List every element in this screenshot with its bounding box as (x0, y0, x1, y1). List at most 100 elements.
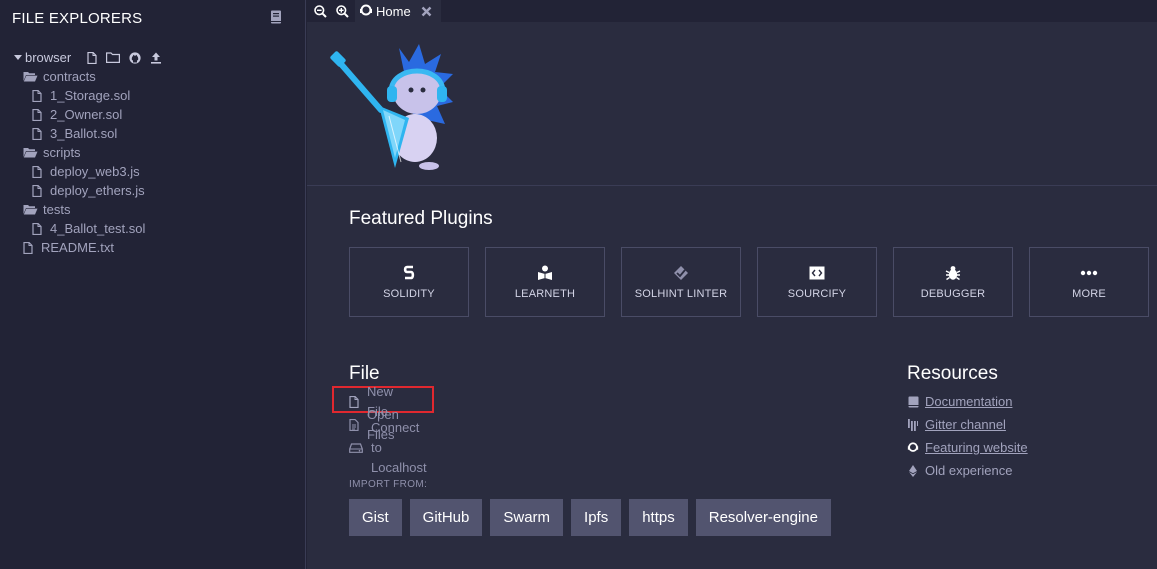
file-section: File New File Open Files Connect to Loca… (332, 362, 434, 475)
tree-item-label: 1_Storage.sol (50, 88, 131, 103)
hard-drive-icon (349, 443, 363, 453)
tab-bar: Home (307, 0, 1157, 22)
file-icon (349, 396, 359, 408)
zoom-in-icon[interactable] (333, 2, 351, 20)
remix-logo-icon (907, 442, 919, 454)
folder-open-icon (22, 204, 38, 215)
file-icon (29, 89, 45, 102)
resources-title: Resources (907, 363, 998, 384)
more-icon (1080, 264, 1098, 282)
featured-plugins-title: Featured Plugins (349, 208, 493, 229)
import-gist-button[interactable]: Gist (349, 499, 402, 536)
plugin-card-solhint-linter[interactable]: SOLHINT LINTER (621, 247, 741, 317)
new-folder-icon[interactable] (106, 52, 121, 63)
main-panel: Home Featured Plugins SOLIDITY LEARNETH … (307, 0, 1157, 569)
import-resolver-engine-button[interactable]: Resolver-engine (695, 499, 831, 536)
plugin-card-sourcify[interactable]: SOURCIFY (757, 247, 877, 317)
github-icon[interactable] (129, 51, 141, 64)
featuring-website-label: Featuring website (925, 440, 1028, 455)
plugin-card-debugger[interactable]: DEBUGGER (893, 247, 1013, 317)
plugin-card-more[interactable]: MORE (1029, 247, 1149, 317)
import-github-button[interactable]: GitHub (409, 499, 483, 536)
tab-home-label: Home (376, 3, 411, 19)
old-experience-label: Old experience (925, 463, 1013, 478)
tree-item-label: deploy_ethers.js (50, 183, 145, 198)
documentation-label: Documentation (925, 394, 1013, 409)
connect-localhost-label: Connect to Localhost (371, 420, 427, 475)
debugger-icon (945, 264, 961, 282)
tree-item-label: deploy_web3.js (50, 164, 140, 179)
tree-item-3-ballot-sol[interactable]: 3_Ballot.sol (0, 124, 306, 143)
caret-down-icon (14, 54, 22, 61)
book-icon (907, 396, 919, 408)
tree-item-label: tests (43, 202, 71, 217)
solidity-icon (403, 264, 415, 282)
tree-item-label: contracts (43, 69, 96, 84)
tree-item-1-storage-sol[interactable]: 1_Storage.sol (0, 86, 306, 105)
book-icon[interactable] (270, 10, 282, 27)
import-https-button[interactable]: https (629, 499, 688, 536)
tree-root-browser[interactable]: browser (0, 48, 306, 67)
tree-item-scripts[interactable]: scripts (0, 143, 306, 162)
featured-plugins-list: SOLIDITY LEARNETH SOLHINT LINTER SOURCIF… (349, 247, 1149, 317)
ethereum-icon (907, 465, 919, 477)
import-swarm-button[interactable]: Swarm (490, 499, 564, 536)
gitter-channel-link[interactable]: Gitter channel (907, 415, 1006, 435)
tree-item-label: 2_Owner.sol (50, 107, 123, 122)
tree-item-2-owner-sol[interactable]: 2_Owner.sol (0, 105, 306, 124)
file-icon (29, 222, 45, 235)
home-hero (307, 22, 1157, 186)
tree-item-label: 3_Ballot.sol (50, 126, 118, 141)
folder-open-icon (22, 147, 38, 158)
file-icon (29, 127, 45, 140)
tree-item-label: scripts (43, 145, 81, 160)
old-experience-link[interactable]: Old experience (907, 461, 1012, 481)
root-label: browser (25, 50, 72, 65)
tree-item-deploy-web3-js[interactable]: deploy_web3.js (0, 162, 306, 181)
tree-item-contracts[interactable]: contracts (0, 67, 306, 86)
tab-home[interactable]: Home (355, 0, 441, 22)
plugin-label: LEARNETH (514, 288, 576, 300)
plugin-card-learneth[interactable]: LEARNETH (485, 247, 605, 317)
plugin-label: MORE (1072, 288, 1106, 300)
tree-item-4-ballot-test-sol[interactable]: 4_Ballot_test.sol (0, 219, 306, 238)
gitter-icon (907, 419, 919, 431)
plugin-label: SOURCIFY (787, 288, 847, 300)
file-icon (29, 184, 45, 197)
plugin-label: SOLHINT LINTER (634, 288, 728, 300)
tree-item-label: 4_Ballot_test.sol (50, 221, 146, 236)
sourcify-icon (809, 264, 825, 282)
close-icon[interactable] (421, 6, 432, 17)
import-from-label: IMPORT FROM: (349, 479, 428, 490)
documentation-link[interactable]: Documentation (907, 392, 1012, 412)
file-icon (20, 241, 36, 254)
new-file-icon[interactable] (87, 51, 97, 64)
import-ipfs-button[interactable]: Ipfs (571, 499, 622, 536)
remix-mascot-image (329, 40, 459, 173)
plugin-label: DEBUGGER (920, 288, 986, 300)
resources-section: Resources Documentation Gitter channel F… (907, 362, 1147, 478)
import-buttons: Gist GitHub Swarm Ipfs https Resolver-en… (349, 499, 831, 536)
learneth-icon (537, 264, 553, 282)
sidebar-title: FILE EXPLORERS (12, 10, 143, 27)
file-text-icon (349, 419, 359, 431)
featuring-website-link[interactable]: Featuring website (907, 438, 1028, 458)
zoom-out-icon[interactable] (311, 2, 329, 20)
plugin-label: SOLIDITY (383, 288, 435, 300)
gitter-channel-label: Gitter channel (925, 417, 1006, 432)
plugin-card-solidity[interactable]: SOLIDITY (349, 247, 469, 317)
tree-item-label: README.txt (41, 240, 114, 255)
file-icon (29, 165, 45, 178)
upload-icon[interactable] (150, 52, 162, 64)
file-explorer-panel: FILE EXPLORERS browser contracts 1_Stora… (0, 0, 306, 569)
file-icon (29, 108, 45, 121)
folder-open-icon (22, 71, 38, 82)
root-toolbar (87, 51, 162, 64)
file-tree: browser contracts 1_Storage.sol 2_Owner.… (0, 48, 306, 257)
connect-localhost-link[interactable]: Connect to Localhost (349, 420, 427, 475)
tree-item-readme-txt[interactable]: README.txt (0, 238, 306, 257)
remix-logo-icon (359, 4, 373, 18)
tree-item-deploy-ethers-js[interactable]: deploy_ethers.js (0, 181, 306, 200)
solhint-icon (673, 264, 689, 282)
tree-item-tests[interactable]: tests (0, 200, 306, 219)
